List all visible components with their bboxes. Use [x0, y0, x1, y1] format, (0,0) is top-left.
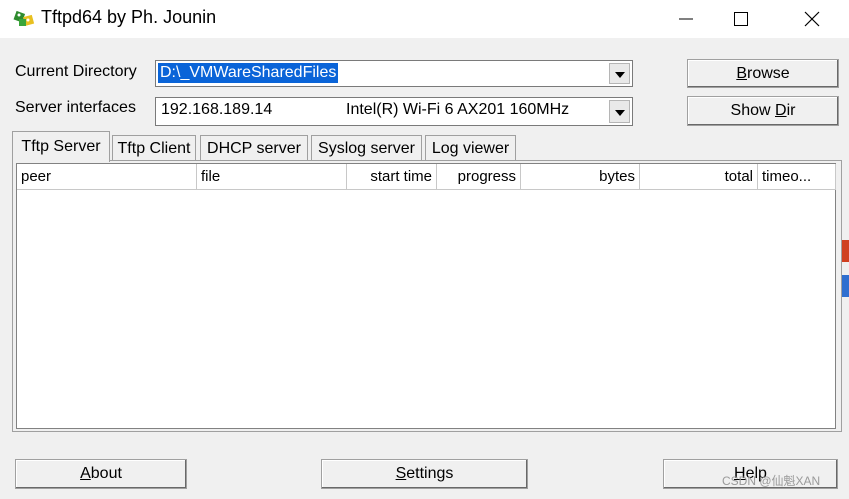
column-bytes[interactable]: bytes [521, 164, 640, 190]
column-total[interactable]: total [640, 164, 758, 190]
close-button[interactable] [784, 0, 840, 38]
tab-dhcp-server[interactable]: DHCP server [200, 135, 308, 161]
column-timeout[interactable]: timeo... [758, 164, 836, 190]
chevron-down-icon [614, 103, 625, 121]
settings-accel: S [395, 465, 407, 482]
title-bar[interactable]: Tftpd64 by Ph. Jounin [0, 0, 849, 38]
column-peer[interactable]: peer [17, 164, 197, 190]
maximize-button[interactable] [713, 0, 769, 38]
tab-tftp-client[interactable]: Tftp Client [112, 135, 196, 161]
about-button[interactable]: About [15, 459, 187, 489]
current-directory-combo[interactable]: D:\_VMWareSharedFiles [155, 60, 633, 87]
current-directory-value[interactable]: D:\_VMWareSharedFiles [158, 63, 339, 83]
close-icon [804, 11, 820, 27]
server-interfaces-combo[interactable]: 192.168.189.14 Intel(R) Wi-Fi 6 AX201 16… [155, 97, 633, 126]
show-dir-button[interactable]: Show Dir [687, 96, 839, 126]
column-progress[interactable]: progress [437, 164, 521, 190]
server-interfaces-label: Server interfaces [15, 99, 136, 116]
directory-dropdown-button[interactable] [609, 63, 630, 84]
minimize-button[interactable] [658, 0, 714, 38]
column-start-time[interactable]: start time [347, 164, 437, 190]
maximize-icon [734, 12, 748, 26]
interface-ip: 192.168.189.14 [161, 101, 273, 118]
transfers-list[interactable]: peer file start time progress bytes tota… [16, 163, 836, 429]
browse-accel: B [736, 64, 747, 82]
tab-syslog-server[interactable]: Syslog server [311, 135, 422, 161]
tab-log-viewer[interactable]: Log viewer [425, 135, 516, 161]
tab-tftp-server[interactable]: Tftp Server [12, 131, 110, 162]
chevron-down-icon [614, 65, 625, 83]
current-directory-label: Current Directory [15, 63, 137, 80]
window-title: Tftpd64 by Ph. Jounin [41, 7, 217, 27]
watermark-text: CSDN @仙魁XAN [722, 474, 821, 488]
tftpd64-window: Tftpd64 by Ph. Jounin Current Directory … [0, 0, 849, 499]
interface-adapter: Intel(R) Wi-Fi 6 AX201 160MHz [346, 101, 570, 118]
minimize-icon [679, 12, 693, 26]
show-dir-accel: D [775, 102, 787, 119]
settings-button[interactable]: Settings [321, 459, 528, 489]
about-accel: A [80, 465, 91, 482]
tftpd-app-icon [13, 8, 37, 30]
interfaces-dropdown-button[interactable] [609, 100, 630, 123]
column-file[interactable]: file [197, 164, 347, 190]
background-window-edge [842, 230, 849, 330]
browse-button[interactable]: Browse [687, 59, 839, 88]
